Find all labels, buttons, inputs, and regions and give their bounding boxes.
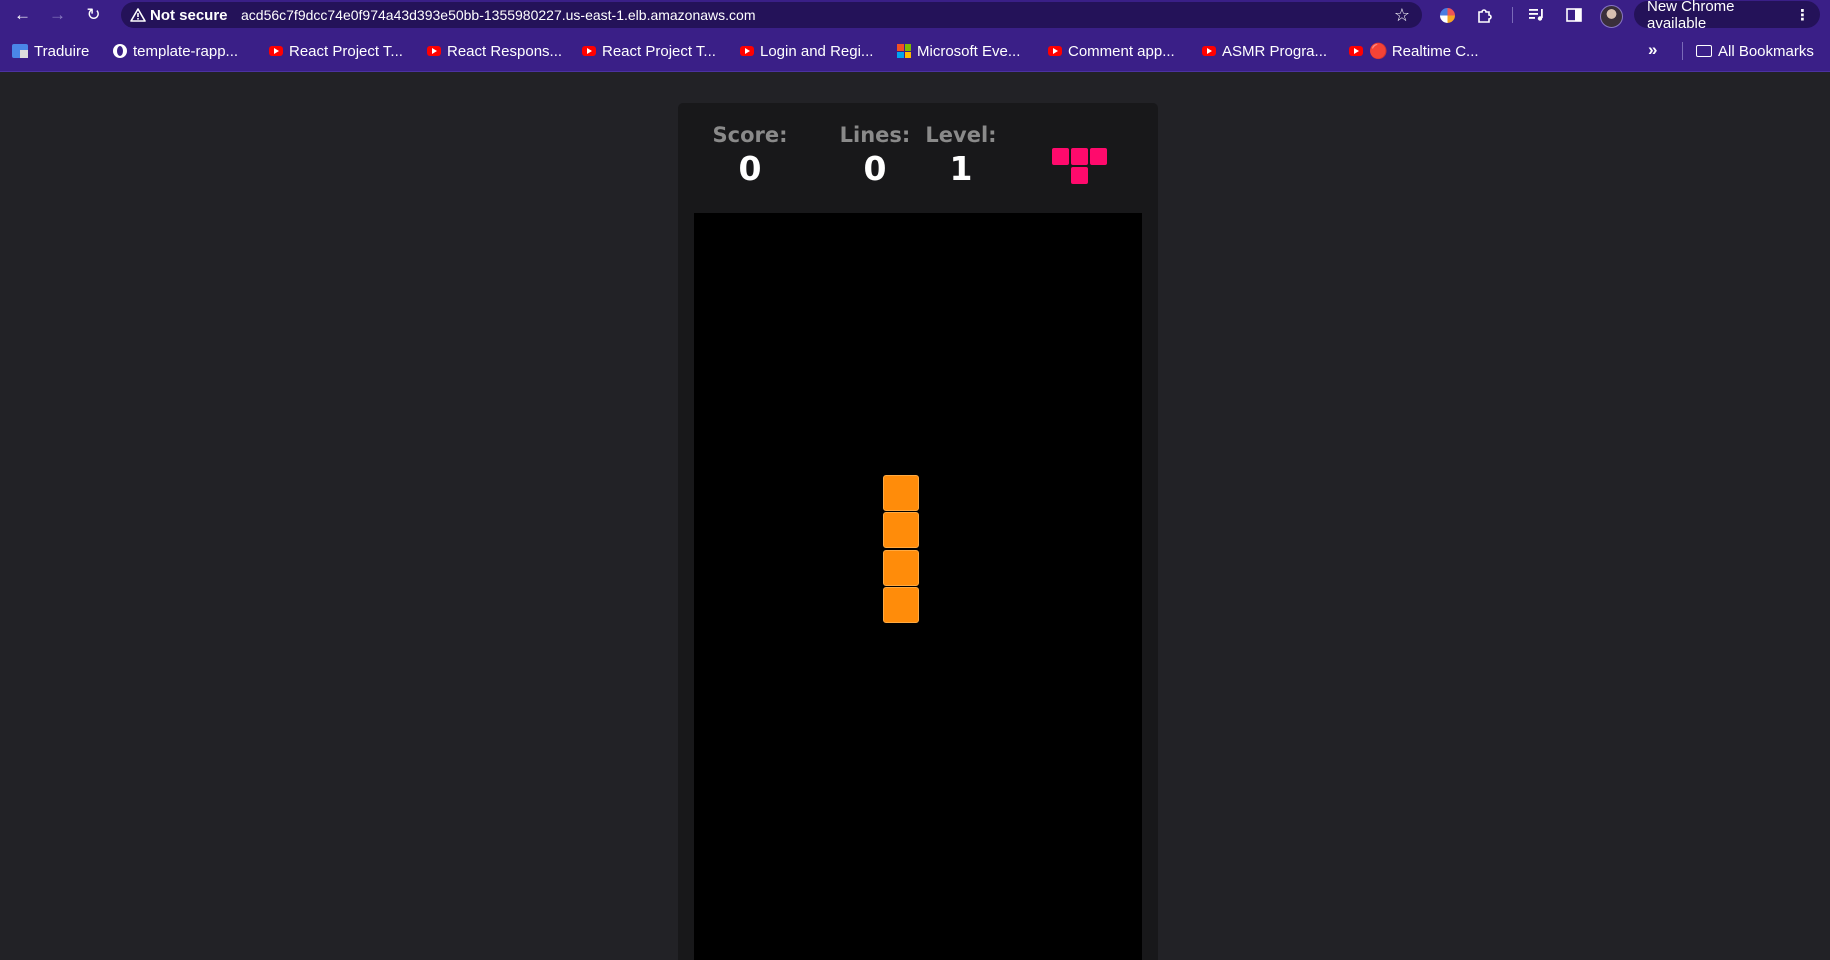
bookmark-react-project-2[interactable]: React Project T... (582, 41, 716, 61)
side-panel-button[interactable] (1563, 4, 1585, 26)
browser-toolbar: ← → ↻ Not secure acd56c7f9dcc74e0f974a43… (0, 0, 1830, 32)
next-piece-block (1090, 148, 1107, 165)
lines-display: Lines: 0 (833, 123, 917, 189)
extensions-button[interactable] (1474, 4, 1496, 26)
active-piece-block (883, 550, 919, 586)
bookmark-label: Microsoft Eve... (917, 42, 1021, 60)
google-translate-icon (12, 44, 28, 58)
score-label: Score: (712, 123, 788, 147)
active-piece-block (883, 512, 919, 548)
bookmark-react-responsive[interactable]: React Respons... (427, 41, 562, 61)
puzzle-icon (1478, 9, 1492, 23)
level-display: Level: 1 (922, 123, 1000, 189)
active-piece-block (883, 587, 919, 623)
youtube-icon (1048, 46, 1062, 56)
arrow-right-icon: → (49, 5, 66, 24)
url-text[interactable]: acd56c7f9dcc74e0f974a43d393e50bb-1355980… (241, 7, 756, 23)
bookmark-label: Comment app... (1068, 42, 1175, 60)
chrome-update-button[interactable]: New Chrome available ⋮ (1634, 0, 1820, 32)
bookmarks-divider (1682, 42, 1683, 60)
bookmark-label: React Project T... (289, 42, 403, 60)
next-piece-preview (1052, 148, 1108, 186)
youtube-icon (269, 46, 283, 56)
bookmark-comment-app[interactable]: Comment app... (1048, 41, 1175, 61)
youtube-icon (427, 46, 441, 56)
bookmark-asmr-programming[interactable]: ASMR Progra... (1202, 41, 1327, 61)
security-indicator[interactable]: Not secure (130, 5, 228, 25)
next-piece-block (1071, 148, 1088, 165)
score-display: Score: 0 (710, 123, 790, 189)
warning-icon (130, 8, 146, 22)
lines-value: 0 (863, 149, 887, 188)
next-piece-block (1071, 167, 1088, 184)
reload-icon: ↻ (86, 5, 101, 24)
bookmark-realtime[interactable]: 🔴 Realtime C... (1349, 41, 1479, 61)
youtube-icon (740, 46, 754, 56)
bookmark-react-project-1[interactable]: React Project T... (269, 41, 403, 61)
folder-icon (1696, 45, 1712, 57)
score-value: 0 (738, 149, 762, 188)
bookmark-template-rapp[interactable]: template-rapp... (113, 41, 238, 61)
extension-button[interactable] (1436, 4, 1458, 26)
toolbar-divider (1512, 7, 1513, 23)
level-value: 1 (949, 149, 973, 188)
bookmark-label: template-rapp... (133, 42, 239, 60)
kebab-menu-icon: ⋮ (1795, 6, 1810, 24)
all-bookmarks-button[interactable]: All Bookmarks (1696, 41, 1814, 61)
game-board[interactable] (694, 213, 1142, 960)
back-button[interactable]: ← (12, 4, 33, 25)
profile-avatar[interactable] (1600, 5, 1623, 28)
tetris-game-panel: Score: 0 Lines: 0 Level: 1 (678, 103, 1158, 960)
level-label: Level: (925, 123, 997, 147)
globe-icon (113, 44, 127, 58)
extension-icon (1439, 7, 1455, 23)
bookmark-label: ASMR Progra... (1222, 42, 1328, 60)
side-panel-icon (1566, 8, 1582, 22)
active-piece-block (883, 475, 919, 511)
bookmark-microsoft-events[interactable]: Microsoft Eve... (897, 41, 1020, 61)
queue-music-icon (1529, 9, 1543, 21)
security-label: Not secure (150, 6, 228, 24)
reload-button[interactable]: ↻ (83, 4, 104, 25)
lines-label: Lines: (839, 123, 911, 147)
bookmark-label: 🔴 Realtime C... (1369, 43, 1479, 60)
youtube-icon (1202, 46, 1216, 56)
microsoft-icon (897, 44, 911, 58)
bookmark-label: React Respons... (447, 42, 563, 60)
youtube-icon (1349, 46, 1363, 56)
bookmark-label: Login and Regi... (760, 42, 874, 60)
bookmark-login-registration[interactable]: Login and Regi... (740, 41, 873, 61)
media-controls-button[interactable] (1526, 4, 1548, 26)
more-bookmarks-chevron-icon[interactable]: » (1648, 40, 1657, 60)
bookmark-star-icon[interactable]: ☆ (1394, 5, 1410, 25)
forward-button[interactable]: → (47, 4, 68, 25)
bookmark-traduire[interactable]: Traduire (12, 41, 89, 61)
update-label: New Chrome available (1647, 0, 1735, 32)
all-bookmarks-label: All Bookmarks (1718, 42, 1814, 60)
address-bar[interactable]: Not secure acd56c7f9dcc74e0f974a43d393e5… (121, 2, 1422, 28)
youtube-icon (582, 46, 596, 56)
next-piece-block (1052, 148, 1069, 165)
arrow-left-icon: ← (14, 5, 31, 24)
bookmark-label: Traduire (34, 42, 90, 60)
bookmark-label: React Project T... (602, 42, 716, 60)
